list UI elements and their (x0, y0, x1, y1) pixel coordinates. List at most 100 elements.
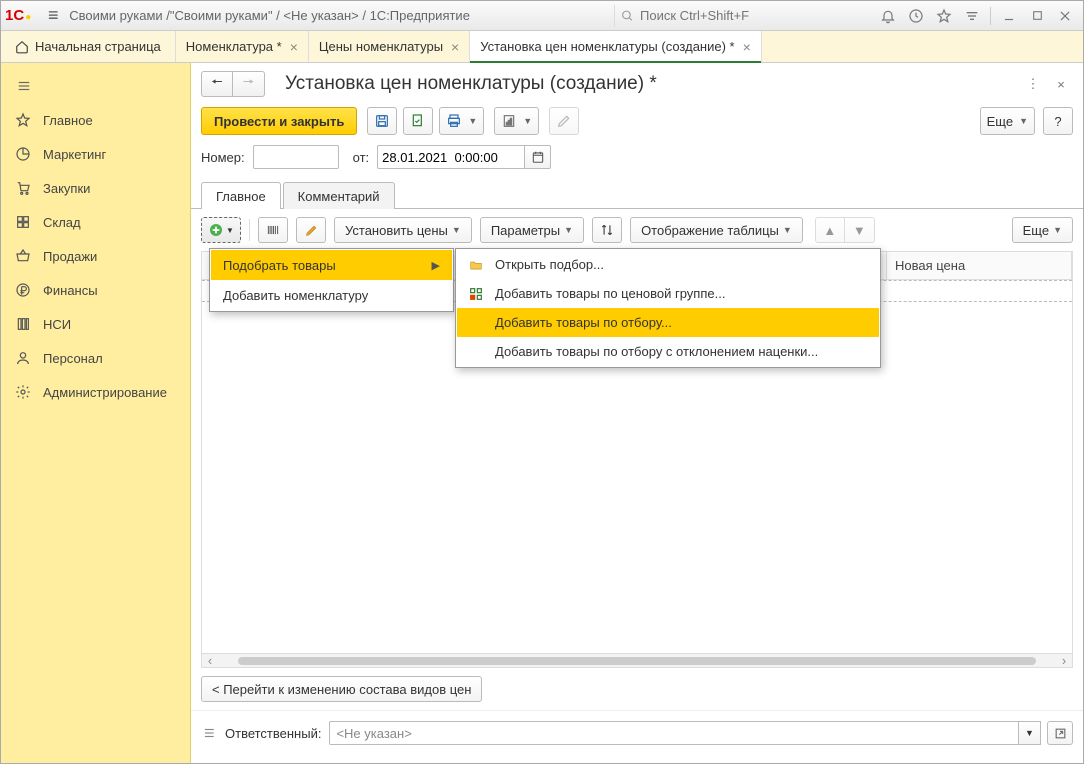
close-icon[interactable]: × (451, 39, 459, 55)
grid-col-new-price[interactable]: Новая цена (887, 252, 1072, 279)
calendar-icon (531, 150, 545, 164)
add-menu: Подобрать товары ▶ Добавить номенклатуру (209, 248, 454, 312)
sidebar-item-sales[interactable]: Продажи (1, 239, 190, 273)
menu-add-nomenclature[interactable]: Добавить номенклатуру (211, 280, 452, 310)
close-doc-button[interactable]: × (1049, 72, 1073, 96)
tab-home[interactable]: Начальная страница (1, 31, 176, 62)
move-up-button[interactable]: ▲ (815, 217, 845, 243)
menu-pick-goods[interactable]: Подобрать товары ▶ (211, 250, 452, 280)
date-field[interactable] (377, 145, 525, 169)
star-icon[interactable] (930, 2, 958, 30)
sidebar-item-main[interactable]: Главное (1, 103, 190, 137)
move-down-button[interactable]: ▼ (845, 217, 875, 243)
filter-lines-icon[interactable] (958, 2, 986, 30)
horizontal-scrollbar[interactable]: ‹› (202, 653, 1072, 667)
more-button[interactable]: Еще▼ (980, 107, 1035, 135)
post-button[interactable] (403, 107, 433, 135)
responsible-dropdown-button[interactable]: ▼ (1019, 721, 1041, 745)
tab-label: Цены номенклатуры (319, 39, 443, 54)
sidebar-item-purchases[interactable]: Закупки (1, 171, 190, 205)
close-icon[interactable]: × (290, 39, 298, 55)
submenu-by-filter-margin[interactable]: Добавить товары по отбору с отклонением … (457, 337, 879, 366)
sidebar-item-personnel[interactable]: Персонал (1, 341, 190, 375)
search-icon (621, 9, 634, 23)
open-icon (1054, 727, 1067, 740)
number-label: Номер: (201, 150, 245, 165)
bell-icon[interactable] (874, 2, 902, 30)
sidebar-item-warehouse[interactable]: Склад (1, 205, 190, 239)
app-logo: 1С● (5, 7, 31, 24)
sidebar: Главное Маркетинг Закупки Склад Продажи … (1, 63, 191, 763)
sidebar-toggle[interactable] (1, 69, 190, 103)
star-icon (15, 112, 31, 128)
edit-row-button[interactable] (296, 217, 326, 243)
report-icon (501, 113, 517, 129)
reports-button[interactable]: ▼ (494, 107, 539, 135)
responsible-field[interactable] (329, 721, 1019, 745)
sidebar-item-marketing[interactable]: Маркетинг (1, 137, 190, 171)
titlebar: 1С● ≡ Своими руками /"Своими руками" / <… (1, 1, 1083, 31)
minimize-button[interactable] (995, 2, 1023, 30)
pie-icon (15, 146, 31, 162)
responsible-open-button[interactable] (1047, 721, 1073, 745)
set-prices-button[interactable]: Установить цены▼ (334, 217, 472, 243)
grid-more-button[interactable]: Еще▼ (1012, 217, 1073, 243)
barcode-icon (265, 223, 281, 237)
goto-price-types-button[interactable]: < Перейти к изменению состава видов цен (201, 676, 482, 702)
submenu-by-price-group[interactable]: Добавить товары по ценовой группе... (457, 279, 879, 308)
table-view-button[interactable]: Отображение таблицы▼ (630, 217, 803, 243)
back-button[interactable]: 🠔 (201, 71, 233, 97)
sidebar-label: Главное (43, 113, 93, 128)
swap-button[interactable] (592, 217, 622, 243)
submenu-open-selection[interactable]: Открыть подбор... (457, 250, 879, 279)
responsible-label: Ответственный: (225, 726, 321, 741)
help-button[interactable]: ? (1043, 107, 1073, 135)
search-input[interactable] (638, 7, 874, 24)
sidebar-item-nsi[interactable]: НСИ (1, 307, 190, 341)
tab-set-prices[interactable]: Установка цен номенклатуры (создание) * … (470, 31, 762, 62)
calendar-button[interactable] (525, 145, 551, 169)
window-title: Своими руками /"Своими руками" / <Не ука… (69, 8, 470, 23)
books-icon (15, 316, 31, 332)
add-dropdown-button[interactable]: ▼ (201, 217, 241, 243)
barcode-button[interactable] (258, 217, 288, 243)
boxes-icon (15, 214, 31, 230)
inner-tab-comment[interactable]: Комментарий (283, 182, 395, 209)
kebab-icon[interactable]: ⋮ (1021, 72, 1045, 96)
number-field[interactable] (253, 145, 339, 169)
close-icon[interactable]: × (743, 39, 751, 55)
inner-tab-main[interactable]: Главное (201, 182, 281, 209)
menu-icon (15, 79, 33, 93)
sidebar-item-admin[interactable]: Администрирование (1, 375, 190, 409)
global-search[interactable] (614, 5, 874, 27)
post-and-close-button[interactable]: Провести и закрыть (201, 107, 357, 135)
tab-prices[interactable]: Цены номенклатуры × (309, 31, 470, 62)
chevron-right-icon: ▶ (432, 259, 440, 272)
printer-icon (446, 113, 462, 129)
plus-circle-icon (208, 222, 224, 238)
submenu-by-filter[interactable]: Добавить товары по отбору... (457, 308, 879, 337)
print-button[interactable]: ▼ (439, 107, 484, 135)
history-icon[interactable] (902, 2, 930, 30)
home-icon (15, 40, 29, 54)
sidebar-label: Продажи (43, 249, 97, 264)
sidebar-label: Администрирование (43, 385, 167, 400)
forward-button[interactable]: 🠖 (233, 71, 265, 97)
pick-goods-submenu: Открыть подбор... Добавить товары по цен… (455, 248, 881, 368)
edit-button[interactable] (549, 107, 579, 135)
sidebar-item-finance[interactable]: Финансы (1, 273, 190, 307)
sidebar-label: Закупки (43, 181, 90, 196)
main-area: 🠔 🠖 Установка цен номенклатуры (создание… (191, 63, 1083, 763)
from-label: от: (353, 150, 370, 165)
price-group-icon (467, 286, 485, 302)
params-button[interactable]: Параметры▼ (480, 217, 584, 243)
close-window-button[interactable] (1051, 2, 1079, 30)
diskette-icon (374, 113, 390, 129)
cart-icon (15, 180, 31, 196)
tab-nomenclature[interactable]: Номенклатура * × (176, 31, 309, 62)
maximize-button[interactable] (1023, 2, 1051, 30)
save-button[interactable] (367, 107, 397, 135)
basket-icon (15, 248, 31, 264)
pencil-icon (304, 223, 319, 238)
hamburger-icon[interactable]: ≡ (43, 5, 63, 26)
